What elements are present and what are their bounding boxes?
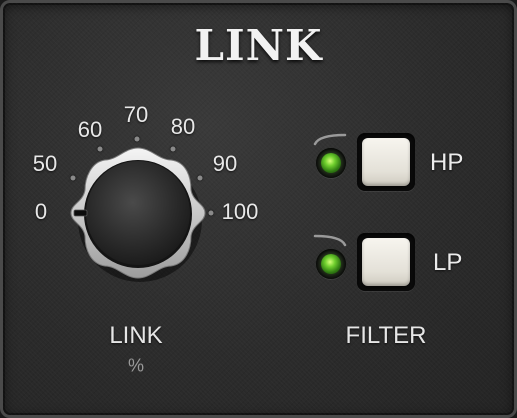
hp-label: HP <box>430 149 464 176</box>
lp-arc-icon <box>313 234 347 247</box>
lp-button-well <box>357 233 415 291</box>
lp-button[interactable] <box>362 238 410 286</box>
link-knob-unit: % <box>127 355 145 376</box>
hp-button-well <box>357 133 415 191</box>
filter-label: FILTER <box>345 322 427 349</box>
link-knob[interactable] <box>63 138 213 288</box>
scale-label-80: 80 <box>170 114 196 139</box>
scale-label-50: 50 <box>32 151 58 176</box>
lp-label: LP <box>433 249 463 276</box>
scale-label-0: 0 <box>34 199 48 224</box>
scale-label-100: 100 <box>221 199 259 224</box>
lp-led-icon <box>321 254 341 274</box>
lp-led-housing <box>316 249 346 279</box>
hp-arc-icon <box>313 133 347 146</box>
hp-led-housing <box>316 148 346 178</box>
panel-title: LINK <box>194 21 323 70</box>
scale-label-70: 70 <box>123 102 149 127</box>
hp-led-icon <box>321 153 341 173</box>
link-panel: LINK 0 50 60 70 80 90 100 LINK % HP LP F… <box>0 0 517 418</box>
knob-pointer-indicator <box>73 209 88 217</box>
hp-button[interactable] <box>362 138 410 186</box>
scale-label-90: 90 <box>212 151 238 176</box>
link-knob-label: LINK <box>109 322 163 349</box>
